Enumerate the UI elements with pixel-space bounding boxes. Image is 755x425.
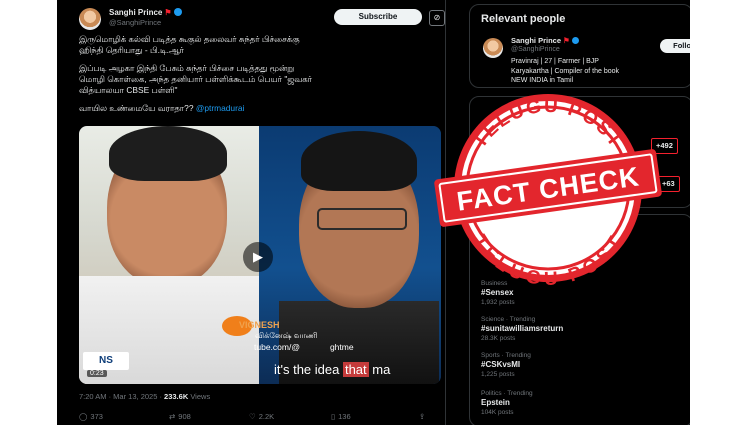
relevant-people-title: Relevant people (481, 13, 566, 25)
bio-line: Karyakartha | Compiler of the book (511, 67, 620, 75)
like-count: 2.2K (258, 412, 275, 421)
author-name[interactable]: Sanghi Prince ⚑ (109, 8, 182, 17)
post-detail: Sanghi Prince ⚑ @SanghiPrince Subscribe ⊘… (57, 0, 446, 425)
post-actions: ◯ 373 ⇄ 908 ♡ 2.2K ▯ 136 ⇪ (79, 412, 439, 424)
post-paragraph-2: இப்படி அழகா இந்தி பேசும் சுந்தர் பிச்சை … (79, 63, 441, 96)
reply-count: 373 (90, 412, 103, 421)
video-caption: it's the idea that ma (274, 362, 390, 377)
trend-item[interactable]: Science · Trending #sunitawilliamsreturn… (481, 316, 563, 342)
trend-post-count: 1,932 posts (481, 299, 515, 306)
post-paragraph-3: வாயில உண்மையே வராதா?? @ptrmadurai (79, 103, 441, 114)
author-name-text[interactable]: Sanghi Prince (109, 8, 162, 17)
post-paragraph-1: இருமொழிக் கல்வி படித்த கூகுல் தலைவர் சுந… (79, 34, 441, 56)
verified-badge-icon (571, 37, 579, 44)
post-meta: 7:20 AM · Mar 13, 2025 · 233.6K Views (79, 392, 210, 401)
speaker-hair (109, 126, 227, 181)
caption-suffix: ma (368, 362, 391, 377)
post-text-line: வித்யாலயா CBSE பள்ளி" (79, 85, 178, 95)
watermark-name: VIGNESH (239, 320, 280, 330)
fact-check-stamp: TELUGU POST TELUGU POST FACT CHECK (434, 94, 662, 285)
post-text-line: இருமொழிக் கல்வி படித்த கூகுல் தலைவர் சுந… (79, 34, 300, 44)
person-avatar[interactable] (483, 38, 503, 58)
views-label: Views (188, 392, 211, 401)
person-name-text[interactable]: Sanghi Prince (511, 36, 561, 45)
bookmark-icon: ▯ (331, 412, 336, 421)
flag-icon: ⚑ (164, 8, 172, 17)
trend-name[interactable]: #sunitawilliamsreturn (481, 324, 563, 333)
share-button[interactable]: ⇪ (419, 412, 425, 421)
repost-count: 908 (178, 412, 191, 421)
video-left-frame (79, 126, 259, 384)
glasses-shape (317, 208, 407, 230)
video-duration: 0:23 (87, 370, 107, 377)
bookmark-button[interactable]: ▯ 136 (331, 412, 351, 421)
trend-post-count: 1,225 posts (481, 371, 515, 378)
heart-icon: ♡ (249, 412, 256, 421)
watermark-url: tube.com/@ ghtme (254, 342, 354, 352)
like-button[interactable]: ♡ 2.2K (249, 412, 274, 421)
author-handle[interactable]: @SanghiPrince (109, 18, 161, 27)
flag-icon: ⚑ (563, 36, 570, 45)
caption-highlight: that (342, 362, 369, 377)
reply-icon: ◯ (79, 412, 88, 421)
trend-post-count: 104K posts (481, 409, 514, 416)
post-text-line: ஹிந்தி தெரியாது - பி.டி.ஆர் (79, 45, 184, 55)
person-handle[interactable]: @SanghiPrince (511, 46, 560, 53)
subscribe-button[interactable]: Subscribe (334, 9, 422, 25)
trend-category: Science · Trending (481, 316, 536, 323)
bio-line: Pravinraj | 27 | Farmer | BJP (511, 58, 599, 65)
post-text-line: இப்படி அழகா இந்தி பேசும் சுந்தர் பிச்சை … (79, 63, 295, 73)
trend-name[interactable]: #CSKvsMI (481, 360, 531, 369)
post-body: இருமொழிக் கல்வி படித்த கூகுல் தலைவர் சுந… (79, 34, 441, 121)
trend-item[interactable]: Politics · Trending Epstein 104K posts (481, 390, 533, 416)
mention-link[interactable]: @ptrmadurai (196, 103, 245, 113)
bio-line: NEW INDIA in Tamil (511, 77, 574, 84)
person-name[interactable]: Sanghi Prince ⚑ (511, 36, 579, 45)
repost-button[interactable]: ⇄ 908 (169, 412, 191, 421)
post-timestamp[interactable]: 7:20 AM · Mar 13, 2025 · (79, 392, 164, 401)
trend-name[interactable]: #Sensex (481, 288, 515, 297)
play-icon[interactable]: ▶ (243, 242, 273, 272)
watermark-url-end: ghtme (329, 342, 354, 352)
trend-post-count: 28.3K posts (481, 335, 516, 342)
grok-icon[interactable]: ⊘ (429, 10, 445, 26)
trend-category: Politics · Trending (481, 390, 533, 397)
trend-item[interactable]: Sports · Trending #CSKvsMI 1,225 posts (481, 352, 531, 378)
view-count: 233.6K (164, 392, 189, 401)
share-icon: ⇪ (419, 412, 426, 421)
trend-category: Sports · Trending (481, 352, 531, 359)
repost-icon: ⇄ (169, 412, 176, 421)
post-header: Sanghi Prince ⚑ @SanghiPrince Subscribe ⊘ (79, 6, 445, 30)
reply-button[interactable]: ◯ 373 (79, 412, 103, 421)
watermark-url-start: tube.com/@ (254, 342, 300, 352)
author-avatar[interactable] (79, 8, 101, 30)
video-player[interactable]: VIGNESH விக்னேஷ் வாணி tube.com/@ ghtme it… (79, 126, 441, 384)
caption-prefix: it's the idea (274, 362, 343, 377)
post-text-line: வாயில உண்மையே வராதா?? (79, 103, 196, 113)
person-bio: Pravinraj | 27 | Farmer | BJP Karyakarth… (511, 57, 671, 86)
speaker-hair (301, 131, 417, 191)
trend-name[interactable]: Epstein (481, 398, 533, 407)
follow-button[interactable]: Follow (660, 39, 690, 53)
post-text-line: மொழி கொள்கை, அந்த தனியார் பள்ளிக்கூடம் ப… (79, 74, 313, 84)
bookmark-count: 136 (338, 412, 351, 421)
watermark-tamil: விக்னேஷ் வாணி (255, 331, 318, 340)
verified-badge-icon (173, 8, 182, 16)
news-channel-logo: NS (83, 352, 129, 370)
